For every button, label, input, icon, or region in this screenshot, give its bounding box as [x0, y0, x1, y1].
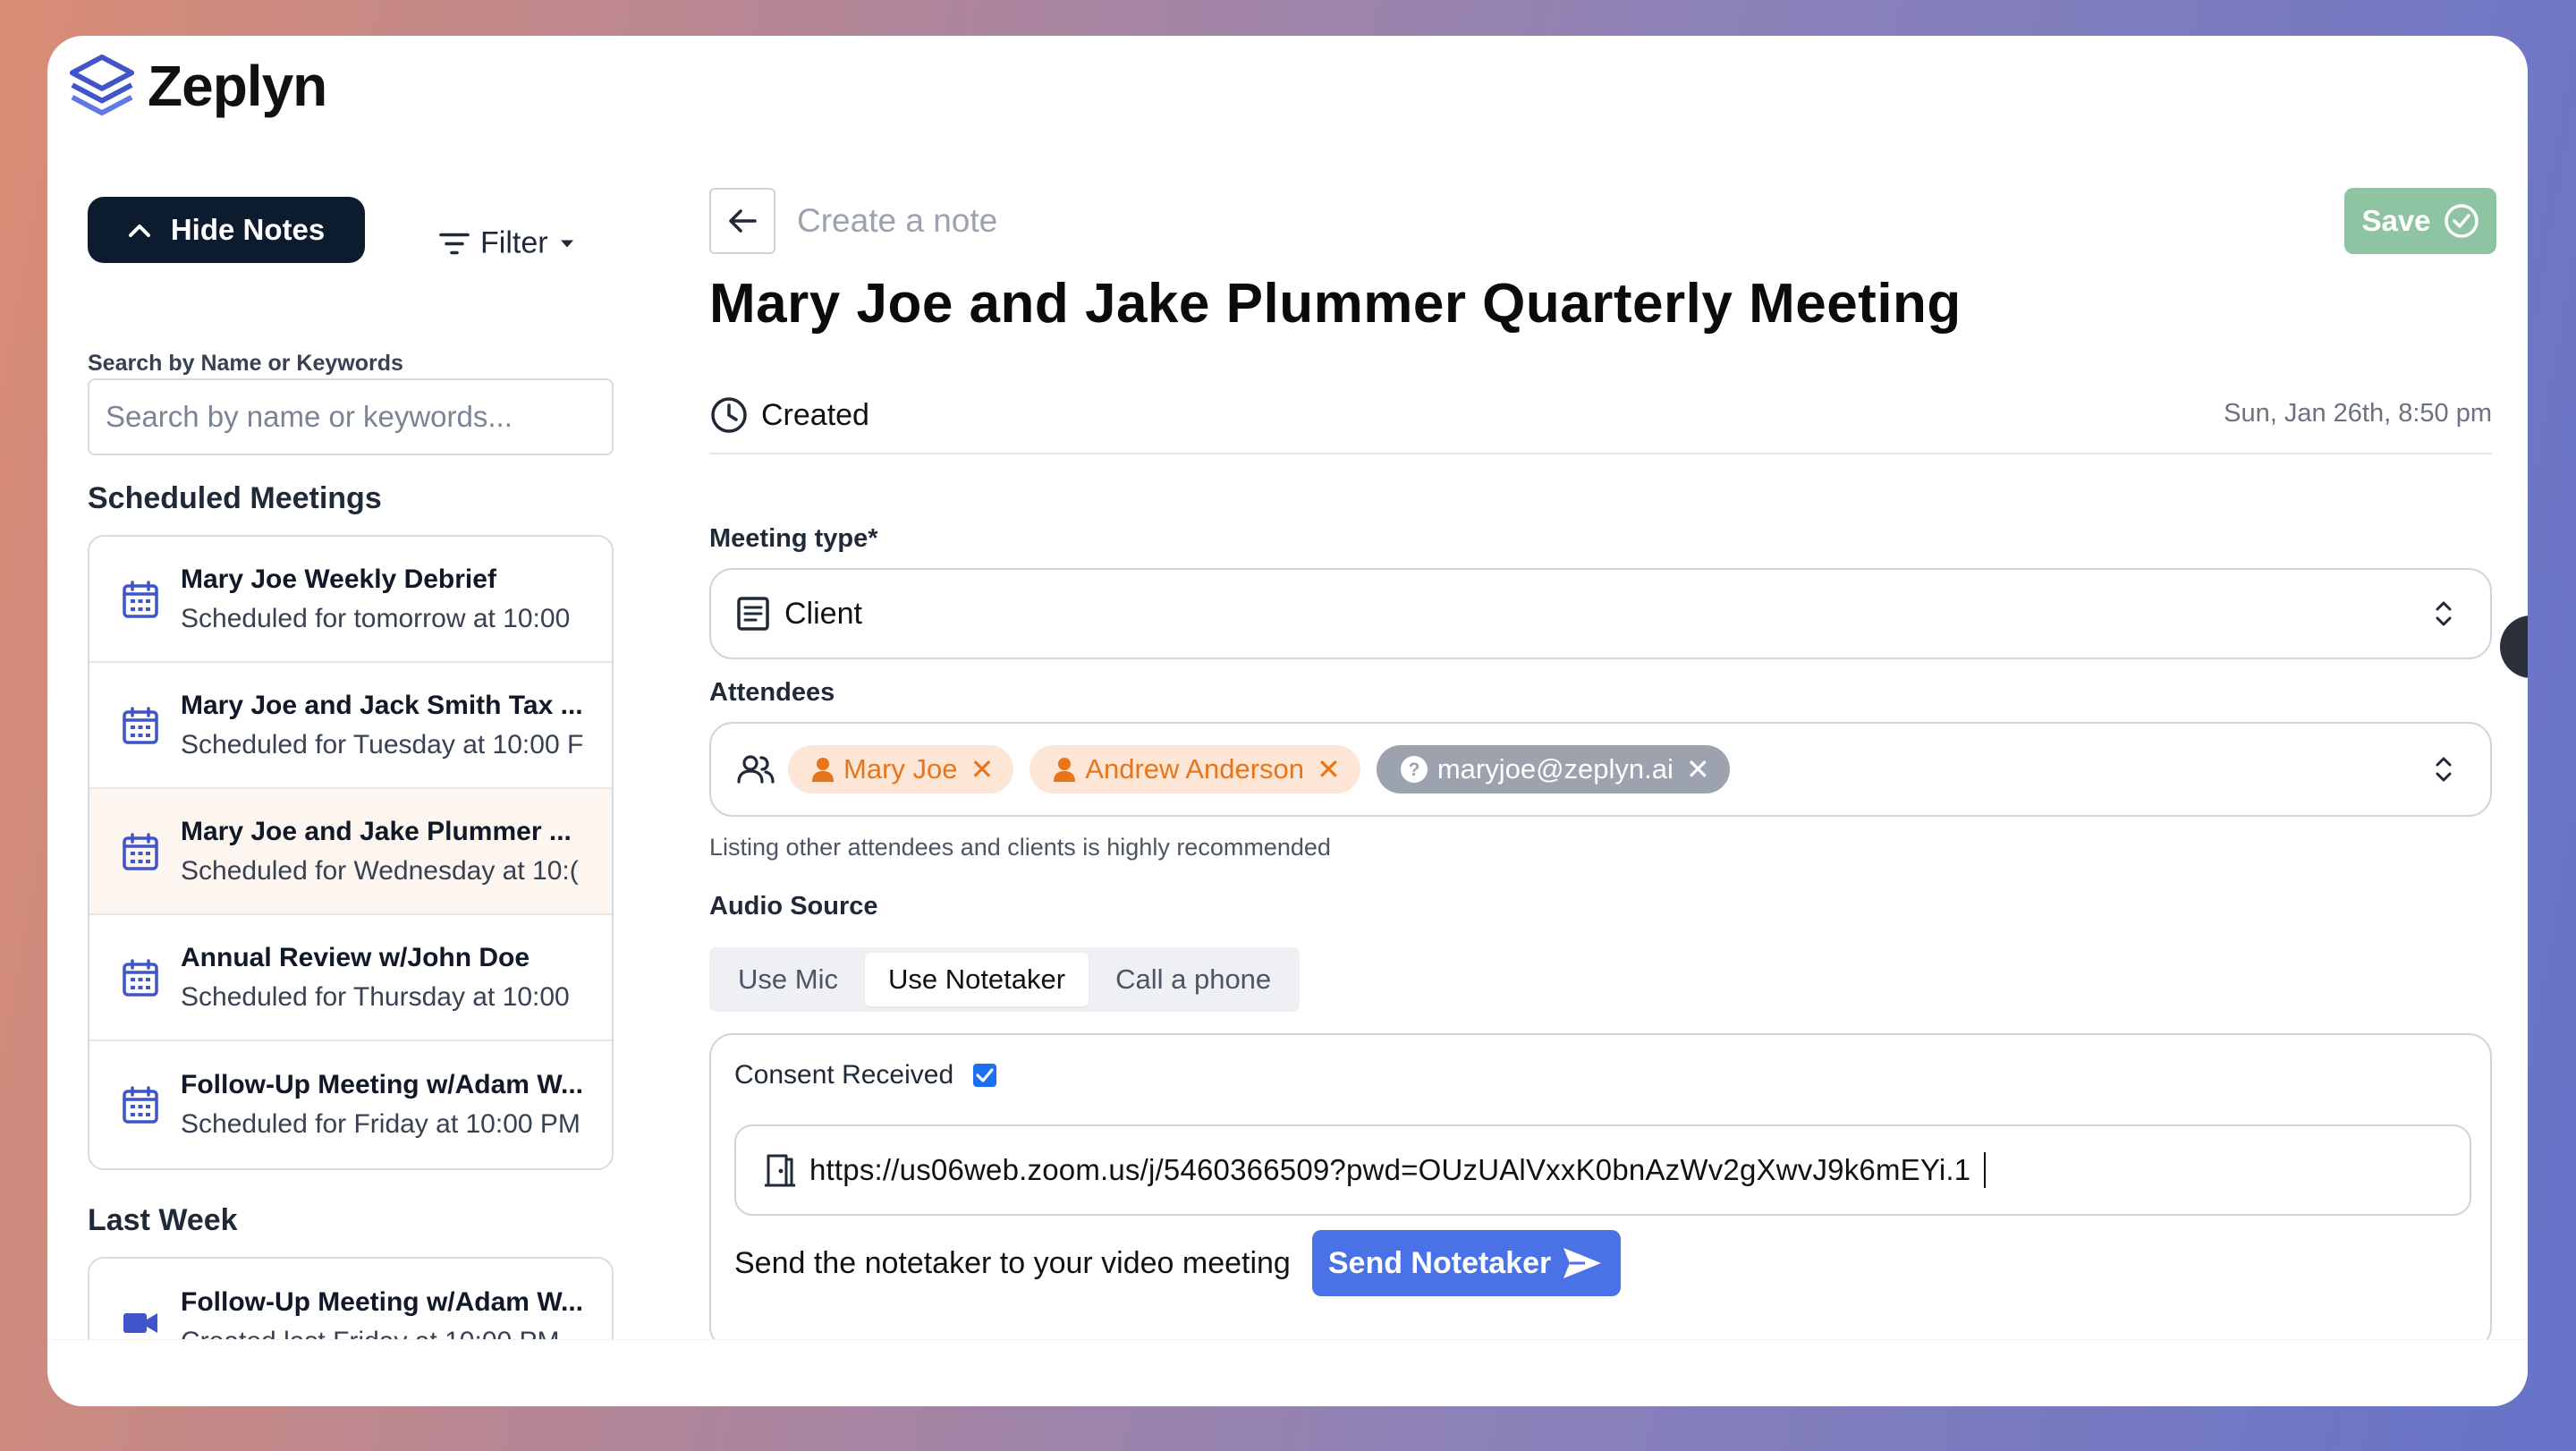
app-window: Zeplyn Hide Notes Filter Search by Name …: [47, 36, 2528, 1406]
send-icon: [1563, 1248, 1602, 1278]
notetaker-panel: Consent Received https://us06web.zoom.us…: [709, 1033, 2492, 1350]
user-icon: [1054, 758, 1076, 782]
divider: [709, 453, 2492, 454]
chevron-up-down-icon: [2436, 601, 2452, 626]
side-panel-handle[interactable]: [2500, 615, 2528, 678]
logo: Zeplyn: [67, 52, 327, 120]
remove-icon[interactable]: ✕: [1317, 752, 1341, 786]
back-button[interactable]: [709, 188, 775, 254]
meeting-item[interactable]: Mary Joe and Jack Smith Tax ... Schedule…: [89, 663, 612, 789]
search-label: Search by Name or Keywords: [88, 351, 403, 376]
meeting-subtitle: Scheduled for Wednesday at 10:(: [181, 855, 579, 886]
question-circle-icon: ?: [1400, 756, 1428, 783]
calendar-icon: [123, 958, 158, 997]
meeting-subtitle: Created last Friday at 10:00 PM: [181, 1326, 560, 1356]
scheduled-meetings-list: Mary Joe Weekly Debrief Scheduled for to…: [88, 535, 614, 1170]
hide-notes-button[interactable]: Hide Notes: [88, 197, 365, 263]
meeting-title: Annual Review w/John Doe: [181, 942, 530, 972]
attendee-chip[interactable]: Andrew Anderson ✕: [1030, 745, 1360, 793]
filter-button[interactable]: Filter: [439, 226, 575, 261]
attendee-chip[interactable]: Mary Joe ✕: [788, 745, 1014, 793]
meeting-item-active[interactable]: Mary Joe and Jake Plummer ... Scheduled …: [89, 789, 612, 915]
send-notetaker-button[interactable]: Send Notetaker: [1311, 1230, 1622, 1296]
door-icon: [765, 1154, 795, 1187]
meeting-title: Mary Joe and Jack Smith Tax ...: [181, 690, 583, 720]
status-text: Created: [761, 397, 869, 432]
document-icon: [737, 597, 769, 631]
tab-call-phone[interactable]: Call a phone: [1092, 953, 1294, 1006]
user-icon: [812, 758, 834, 782]
send-notetaker-label: Send Notetaker: [1327, 1245, 1552, 1280]
tab-use-mic[interactable]: Use Mic: [715, 953, 861, 1006]
attendees-select[interactable]: Mary Joe ✕ Andrew Anderson ✕ ? maryjoe@z…: [709, 722, 2492, 817]
consent-row: Consent Received: [734, 1060, 997, 1090]
save-button[interactable]: Save: [2344, 188, 2496, 254]
meeting-title: Mary Joe and Jake Plummer ...: [181, 816, 572, 846]
consent-checkbox[interactable]: [973, 1064, 997, 1087]
attendees-label: Attendees: [709, 678, 835, 707]
clock-icon: [711, 397, 747, 433]
last-week-title: Last Week: [88, 1203, 238, 1237]
video-camera-icon: [123, 1312, 157, 1333]
meeting-item[interactable]: Mary Joe Weekly Debrief Scheduled for to…: [89, 537, 612, 663]
calendar-icon: [123, 1085, 158, 1124]
status-row: Created: [709, 395, 869, 435]
calendar-icon: [123, 832, 158, 870]
attendee-chip[interactable]: ? maryjoe@zeplyn.ai ✕: [1376, 745, 1730, 793]
meeting-type-label: Meeting type*: [709, 524, 878, 553]
audio-source-tabs: Use Mic Use Notetaker Call a phone: [709, 947, 1301, 1012]
meeting-url-input[interactable]: https://us06web.zoom.us/j/5460366509?pwd…: [734, 1124, 2471, 1216]
chevron-up-down-icon: [2436, 757, 2452, 782]
remove-icon[interactable]: ✕: [970, 752, 994, 786]
meeting-type-value: Client: [784, 596, 862, 631]
meeting-item[interactable]: Follow-Up Meeting w/Adam W... Created la…: [89, 1259, 612, 1385]
checkmark-icon: [976, 1068, 994, 1082]
audio-source-label: Audio Source: [709, 892, 878, 921]
send-notetaker-text: Send the notetaker to your video meeting: [734, 1245, 1291, 1280]
search-input[interactable]: [88, 378, 614, 455]
consent-label: Consent Received: [734, 1060, 954, 1090]
users-icon: [737, 755, 775, 784]
meeting-title: Mary Joe Weekly Debrief: [181, 564, 496, 594]
page-title: Mary Joe and Jake Plummer Quarterly Meet…: [709, 273, 1962, 335]
hide-notes-label: Hide Notes: [170, 213, 326, 246]
calendar-icon: [123, 580, 158, 618]
caret-down-icon: [560, 240, 573, 247]
save-label: Save: [2361, 204, 2431, 237]
meeting-title: Follow-Up Meeting w/Adam W...: [181, 1069, 583, 1099]
logo-text: Zeplyn: [148, 54, 327, 118]
check-circle-icon: [2444, 204, 2479, 238]
remove-icon[interactable]: ✕: [1686, 752, 1710, 786]
attendee-name: maryjoe@zeplyn.ai: [1436, 753, 1674, 785]
meeting-item[interactable]: Annual Review w/John Doe Scheduled for T…: [89, 915, 612, 1041]
last-week-list: Follow-Up Meeting w/Adam W... Created la…: [88, 1257, 614, 1406]
filter-icon: [439, 233, 470, 254]
chevron-up-icon: [128, 225, 150, 237]
text-caret: [1984, 1152, 1987, 1188]
meeting-url-value: https://us06web.zoom.us/j/5460366509?pwd…: [809, 1153, 1971, 1186]
meeting-subtitle: Scheduled for Tuesday at 10:00 F: [181, 729, 584, 759]
tab-use-notetaker[interactable]: Use Notetaker: [864, 953, 1089, 1006]
meeting-subtitle: Scheduled for tomorrow at 10:00: [181, 603, 571, 633]
attendees-hint: Listing other attendees and clients is h…: [709, 834, 1331, 861]
meeting-item[interactable]: Follow-Up Meeting w/Adam W... Scheduled …: [89, 1041, 612, 1167]
zeplyn-logo-icon: [69, 54, 135, 116]
meeting-subtitle: Scheduled for Thursday at 10:00: [181, 981, 570, 1012]
send-row: Send the notetaker to your video meeting…: [734, 1230, 1622, 1296]
attendee-name: Mary Joe: [843, 753, 958, 785]
breadcrumb: Create a note: [797, 202, 998, 239]
meeting-type-select[interactable]: Client: [709, 568, 2492, 659]
created-date: Sun, Jan 26th, 8:50 pm: [2224, 399, 2492, 428]
meeting-title: Follow-Up Meeting w/Adam W...: [181, 1286, 583, 1317]
svg-text:?: ?: [1408, 759, 1419, 780]
calendar-icon: [123, 706, 158, 744]
meeting-subtitle: Scheduled for Friday at 10:00 PM: [181, 1108, 580, 1139]
filter-label: Filter: [480, 225, 548, 260]
arrow-left-icon: [729, 209, 757, 233]
attendee-name: Andrew Anderson: [1085, 753, 1305, 785]
scheduled-meetings-title: Scheduled Meetings: [88, 481, 382, 515]
